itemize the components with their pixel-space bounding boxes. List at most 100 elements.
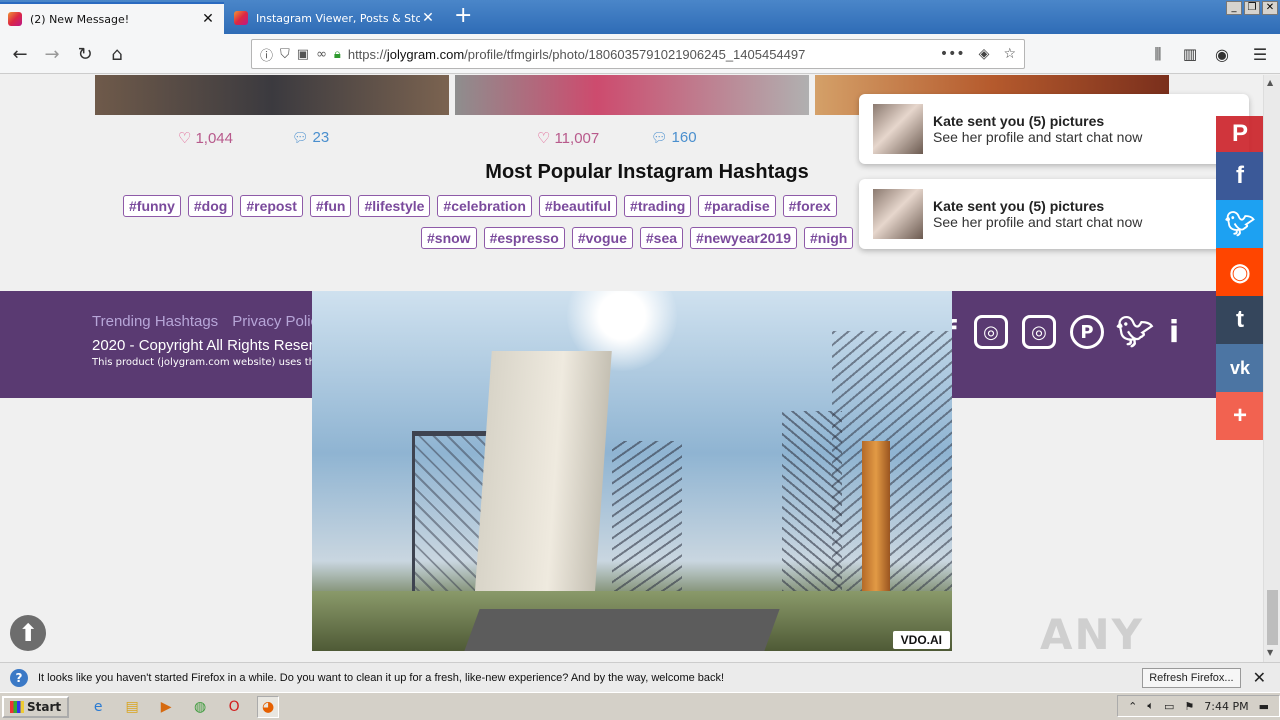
scroll-down-icon[interactable]: ▼ bbox=[1267, 648, 1273, 657]
lock-icon[interactable]: 🔒︎ bbox=[334, 47, 341, 62]
close-infobar-icon[interactable]: ✕ bbox=[1253, 668, 1266, 687]
permissions-icon[interactable]: ▣ bbox=[297, 47, 309, 62]
heart-icon: ♡ bbox=[537, 130, 551, 147]
post-photo[interactable] bbox=[455, 75, 809, 115]
hashtag-link[interactable]: #nigh bbox=[804, 227, 854, 249]
url-text[interactable]: https://jolygram.com/profile/tfmgirls/ph… bbox=[348, 47, 940, 62]
hashtag-link[interactable]: #fun bbox=[309, 195, 352, 217]
more-share-icon[interactable]: + bbox=[1216, 392, 1264, 440]
comment-icon: 💬︎ bbox=[292, 129, 309, 145]
video-ad-player[interactable]: VDO.AI bbox=[312, 291, 952, 651]
new-tab-button[interactable]: + bbox=[454, 4, 472, 28]
window-controls: _ ❐ ✕ bbox=[1226, 1, 1278, 15]
windows-logo-icon bbox=[10, 700, 24, 713]
chrome-icon[interactable]: ◍ bbox=[189, 696, 211, 718]
video-frame-tower bbox=[472, 351, 612, 631]
hashtag-link[interactable]: #celebration bbox=[437, 195, 532, 217]
hashtag-link[interactable]: #dog bbox=[187, 195, 234, 217]
page-scrollbar[interactable]: ▲ ▼ bbox=[1263, 75, 1280, 662]
flag-icon[interactable]: ⚑ bbox=[1184, 700, 1194, 713]
sidebar-icon[interactable]: ▥ bbox=[1178, 42, 1202, 66]
media-player-icon[interactable]: ▶ bbox=[155, 696, 177, 718]
reload-icon[interactable]: ↻ bbox=[73, 42, 97, 66]
menu-icon[interactable]: ☰ bbox=[1248, 42, 1272, 66]
hashtag-link[interactable]: #paradise bbox=[698, 195, 776, 217]
pinterest-icon[interactable]: P bbox=[1070, 315, 1104, 349]
volume-icon[interactable]: 🔈︎ bbox=[1147, 699, 1154, 713]
hashtag-row-2: #snow #espresso #vogue #sea #newyear2019… bbox=[421, 227, 854, 249]
link-icon[interactable]: ∞ bbox=[316, 47, 327, 62]
info-icon[interactable]: i bbox=[1166, 315, 1182, 350]
tab-label: (2) New Message! bbox=[30, 12, 130, 26]
page-actions-icon[interactable]: ••• bbox=[940, 46, 965, 62]
hashtag-link[interactable]: #sea bbox=[639, 227, 684, 249]
notification-subtitle: See her profile and start chat now bbox=[933, 214, 1143, 230]
opera-icon[interactable]: O bbox=[223, 696, 245, 718]
vk-share-icon[interactable]: vk bbox=[1216, 344, 1264, 392]
tumblr-share-icon[interactable]: t bbox=[1216, 296, 1264, 344]
pocket-icon[interactable]: ◈ bbox=[979, 46, 990, 62]
ie-icon[interactable]: e bbox=[87, 696, 109, 718]
minimize-button[interactable]: _ bbox=[1226, 1, 1242, 15]
info-icon[interactable]: ⓘ bbox=[260, 45, 273, 64]
library-icon[interactable]: ⫼ bbox=[1146, 42, 1170, 66]
footer-link-trending[interactable]: Trending Hashtags bbox=[92, 313, 218, 330]
account-icon[interactable]: ◉ bbox=[1210, 42, 1234, 66]
hashtag-link[interactable]: #forex bbox=[782, 195, 837, 217]
folder-icon[interactable]: ▤ bbox=[121, 696, 143, 718]
infobar-message: It looks like you haven't started Firefo… bbox=[38, 671, 725, 684]
chat-notification[interactable]: Kate sent you (5) pictures See her profi… bbox=[859, 179, 1249, 249]
facebook-share-icon[interactable]: f bbox=[1216, 152, 1264, 200]
bookmark-star-icon[interactable]: ☆ bbox=[1003, 46, 1016, 62]
post-photo[interactable] bbox=[95, 75, 449, 115]
tracking-shield-icon[interactable]: ⛉ bbox=[280, 47, 290, 62]
post-likes: ♡ 1,044 bbox=[178, 129, 233, 148]
close-tab-icon[interactable]: ✕ bbox=[200, 11, 216, 27]
twitter-icon[interactable]: 🐦︎ bbox=[1116, 315, 1154, 350]
hashtag-link[interactable]: #funny bbox=[123, 195, 181, 217]
vdo-ai-badge[interactable]: VDO.AI bbox=[892, 631, 950, 649]
twitter-share-icon[interactable]: 🐦︎ bbox=[1216, 200, 1264, 248]
hashtag-link[interactable]: #newyear2019 bbox=[690, 227, 797, 249]
close-window-button[interactable]: ✕ bbox=[1262, 1, 1278, 15]
back-icon[interactable]: ← bbox=[8, 42, 32, 66]
hashtag-link[interactable]: #trading bbox=[624, 195, 692, 217]
notification-title: Kate sent you (5) pictures bbox=[933, 198, 1105, 214]
instagram-icon[interactable]: ◎ bbox=[974, 315, 1008, 349]
hashtag-link[interactable]: #repost bbox=[240, 195, 303, 217]
network-icon[interactable]: ▭ bbox=[1164, 700, 1174, 713]
clock[interactable]: 7:44 PM bbox=[1204, 700, 1248, 713]
url-bar[interactable]: ⓘ ⛉ ▣ ∞ 🔒︎ https://jolygram.com/profile/… bbox=[251, 39, 1025, 69]
home-icon[interactable]: ⌂ bbox=[105, 42, 129, 66]
show-desktop-icon[interactable]: ▬ bbox=[1259, 700, 1269, 713]
close-tab-icon[interactable]: ✕ bbox=[420, 10, 436, 26]
scrollbar-thumb[interactable] bbox=[1267, 590, 1278, 645]
scroll-up-icon[interactable]: ▲ bbox=[1267, 78, 1273, 87]
hashtag-link[interactable]: #snow bbox=[421, 227, 477, 249]
hashtag-link[interactable]: #lifestyle bbox=[358, 195, 431, 217]
quick-launch: e ▤ ▶ ◍ O ◕ bbox=[87, 695, 280, 718]
refresh-firefox-button[interactable]: Refresh Firefox... bbox=[1142, 667, 1241, 688]
hashtag-link[interactable]: #beautiful bbox=[538, 195, 618, 217]
pinterest-share-icon[interactable]: P bbox=[1216, 116, 1264, 152]
notification-subtitle: See her profile and start chat now bbox=[933, 129, 1143, 145]
system-tray: ⌃ 🔈︎ ▭ ⚑ 7:44 PM ▬ bbox=[1117, 695, 1280, 717]
video-frame-structure bbox=[832, 331, 952, 631]
tray-expand-icon[interactable]: ⌃ bbox=[1128, 700, 1137, 713]
start-button[interactable]: Start bbox=[2, 695, 70, 718]
firefox-icon[interactable]: ◕ bbox=[257, 695, 280, 718]
restore-button[interactable]: ❐ bbox=[1244, 1, 1260, 15]
footer-disclaimer: This product (jolygram.com website) uses… bbox=[92, 357, 322, 368]
footer-link-privacy[interactable]: Privacy Polic bbox=[232, 313, 318, 330]
forward-icon[interactable]: → bbox=[40, 42, 64, 66]
hashtag-link[interactable]: #vogue bbox=[571, 227, 633, 249]
post-comments: 💬︎ 23 bbox=[292, 129, 330, 146]
chat-notification[interactable]: Kate sent you (5) pictures See her profi… bbox=[859, 94, 1249, 164]
reddit-share-icon[interactable]: ◉ bbox=[1216, 248, 1264, 296]
tab-new-message[interactable]: (2) New Message! ✕ bbox=[0, 2, 224, 34]
tab-instagram-viewer[interactable]: Instagram Viewer, Posts & Story V ✕ bbox=[226, 2, 444, 34]
instagram-icon[interactable]: ◎ bbox=[1022, 315, 1056, 349]
footer-copyright: 2020 - Copyright All Rights Reserv bbox=[92, 337, 322, 354]
hashtag-link[interactable]: #espresso bbox=[483, 227, 565, 249]
back-to-top-button[interactable]: ⬆ bbox=[10, 615, 46, 651]
